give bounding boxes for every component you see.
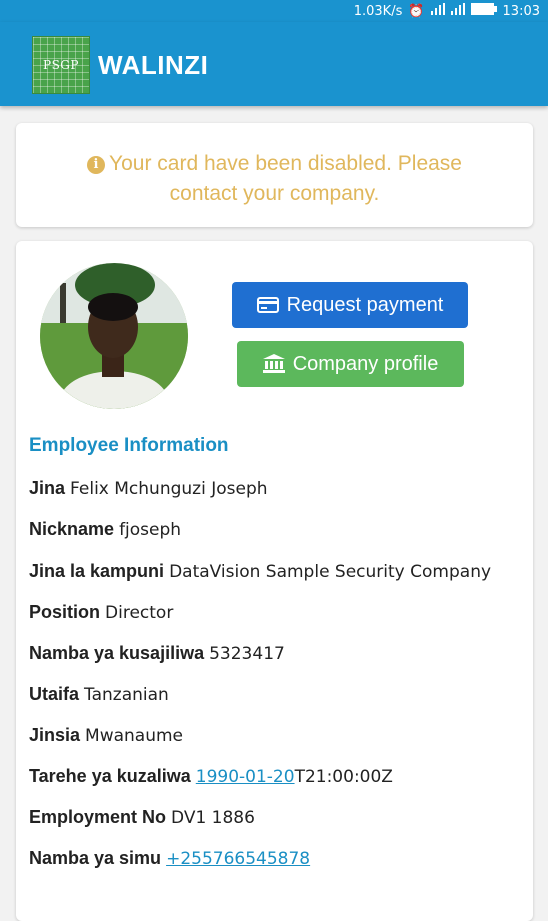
info-row-employment-no: Employment No DV1 1886	[29, 807, 255, 828]
info-row-nationality: Utaifa Tanzanian	[29, 684, 169, 705]
info-row-position: Position Director	[29, 602, 174, 623]
employee-nationality: Tanzanian	[84, 685, 169, 705]
company-profile-label: Company profile	[292, 352, 439, 375]
logo-text: PSGP	[43, 58, 79, 72]
bank-icon	[262, 354, 285, 374]
battery-icon	[470, 3, 497, 19]
employee-profile-card: Request payment Company profile Employee…	[16, 241, 533, 921]
signal-icon	[430, 3, 445, 19]
avatar	[40, 263, 188, 409]
employee-nickname: fjoseph	[119, 520, 182, 540]
credit-card-icon	[256, 297, 279, 313]
network-speed: 1.03K/s	[353, 3, 403, 19]
info-row-phone: Namba ya simu +255766545878	[29, 848, 311, 869]
signal-icon-2	[450, 3, 465, 19]
app-logo: PSGP	[32, 36, 90, 94]
phone-link[interactable]: +255766545878	[166, 849, 310, 869]
info-row-nickname: Nickname fjoseph	[29, 519, 182, 540]
clock-time: 13:03	[502, 3, 540, 19]
employee-position: Director	[105, 603, 174, 623]
status-bar: 1.03K/s ⏰ 13:03	[0, 0, 548, 22]
app-title: WALINZI	[98, 50, 209, 80]
alert-message: Your card have been disabled. Please con…	[109, 152, 462, 205]
info-row-dob: Tarehe ya kuzaliwa 1990-01-20T21:00:00Z	[29, 766, 393, 787]
employee-name: Felix Mchunguzi Joseph	[70, 479, 268, 499]
section-title: Employee Information	[29, 435, 229, 456]
request-payment-label: Request payment	[286, 293, 444, 316]
request-payment-button[interactable]: Request payment	[232, 282, 468, 328]
disabled-card-alert: i Your card have been disabled. Please co…	[16, 123, 533, 227]
employee-employment-no: DV1 1886	[171, 808, 255, 828]
app-bar: PSGP WALINZI	[0, 22, 548, 106]
employee-gender: Mwanaume	[85, 726, 184, 746]
dob-time: T21:00:00Z	[294, 767, 393, 787]
info-row-name: Jina Felix Mchunguzi Joseph	[29, 478, 268, 499]
dob-date-link[interactable]: 1990-01-20	[196, 767, 295, 787]
info-icon: i	[87, 156, 105, 174]
company-profile-button[interactable]: Company profile	[237, 341, 464, 387]
alarm-icon: ⏰	[408, 3, 425, 19]
employee-company: DataVision Sample Security Company	[169, 562, 492, 582]
info-row-company: Jina la kampuni DataVision Sample Securi…	[29, 561, 492, 582]
info-row-registration: Namba ya kusajiliwa 5323417	[29, 643, 285, 664]
info-row-gender: Jinsia Mwanaume	[29, 725, 184, 746]
employee-reg-no: 5323417	[209, 644, 285, 664]
